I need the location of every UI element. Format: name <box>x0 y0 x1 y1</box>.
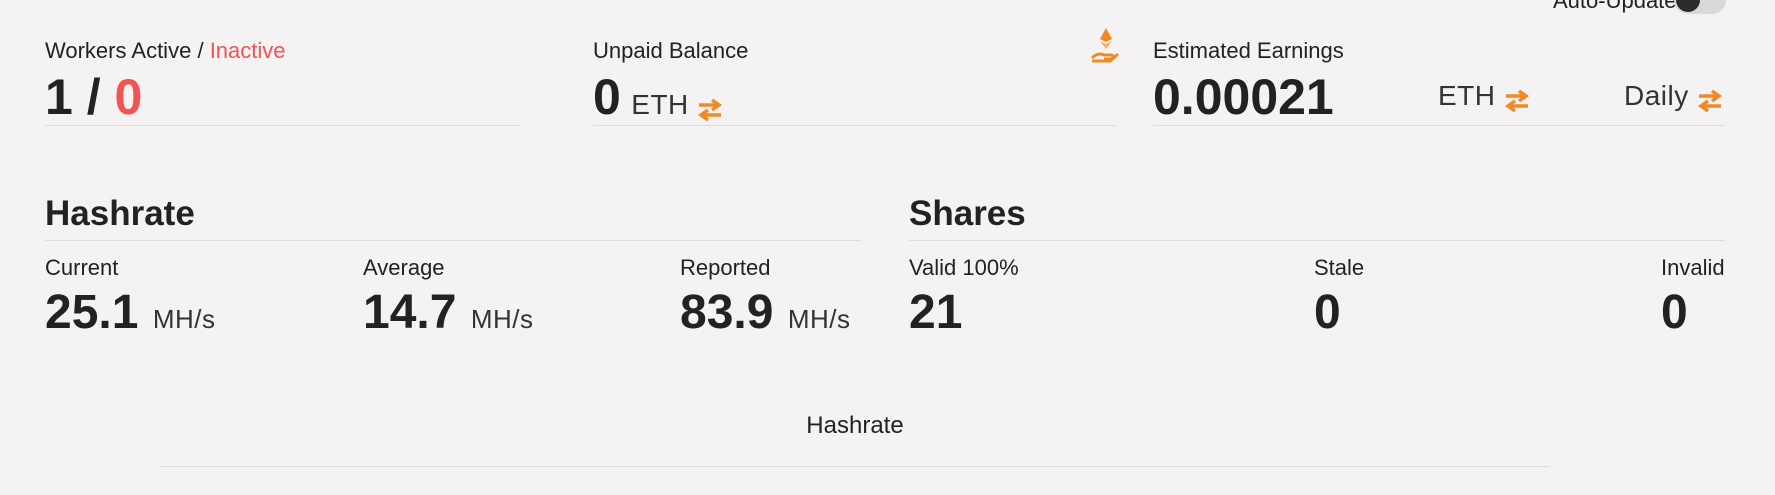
auto-update-label: Auto-Update <box>1553 0 1677 13</box>
shares-valid-value: 21 <box>909 286 963 339</box>
workers-inactive-count: 0 <box>114 69 143 125</box>
workers-label: Workers Active / Inactive <box>45 38 286 64</box>
estimated-earnings-unit-row[interactable]: ETH <box>1438 76 1530 121</box>
hashrate-reported-value: 83.9 <box>680 286 774 339</box>
workers-count-separator: / <box>86 69 101 125</box>
workers-label-separator: / <box>197 38 204 63</box>
swap-currency-icon[interactable] <box>1504 89 1530 113</box>
estimated-earnings-divider <box>1153 125 1725 126</box>
hashrate-divider <box>45 240 861 241</box>
unpaid-balance-value: 0 <box>593 69 621 125</box>
hashrate-average-unit: MH/s <box>470 304 534 334</box>
hashrate-average-value: 14.7 <box>363 286 457 339</box>
hashrate-average-label: Average <box>363 255 445 280</box>
estimated-earnings-label: Estimated Earnings <box>1153 38 1344 63</box>
hashrate-reported-value-row: 83.9 MH/s <box>680 283 851 354</box>
hashrate-reported-label: Reported <box>680 255 771 280</box>
unpaid-balance-label: Unpaid Balance <box>593 38 749 63</box>
workers-count: 1 / 0 <box>45 67 142 127</box>
auto-update-toggle[interactable] <box>1674 0 1726 14</box>
shares-stale-label: Stale <box>1314 255 1365 280</box>
hand-ethereum-icon[interactable] <box>1090 28 1120 64</box>
unpaid-balance-value-row: 0 ETH <box>593 67 723 140</box>
shares-heading: Shares <box>909 194 1026 233</box>
workers-active-label: Workers Active <box>45 38 192 63</box>
unpaid-balance-unit: ETH <box>631 89 689 120</box>
auto-update-toggle-knob <box>1676 0 1700 12</box>
unpaid-balance-divider <box>593 125 1116 126</box>
hashrate-current-label: Current <box>45 255 119 280</box>
swap-period-icon[interactable] <box>1697 89 1723 113</box>
estimated-earnings-unit: ETH <box>1438 80 1496 111</box>
hashrate-current-unit: MH/s <box>152 304 216 334</box>
hashrate-reported-unit: MH/s <box>787 304 851 334</box>
swap-currency-icon[interactable] <box>697 98 723 122</box>
workers-divider <box>45 125 520 126</box>
hashrate-average-value-row: 14.7 MH/s <box>363 283 534 354</box>
shares-valid-label: Valid 100% <box>909 255 1019 280</box>
estimated-earnings-period: Daily <box>1624 80 1689 111</box>
hashrate-chart-divider <box>160 466 1550 467</box>
workers-active-count: 1 <box>45 69 73 125</box>
workers-inactive-label: Inactive <box>209 38 286 63</box>
shares-divider <box>909 240 1725 241</box>
estimated-earnings-period-row[interactable]: Daily <box>1624 76 1723 121</box>
shares-invalid-value: 0 <box>1661 286 1688 339</box>
hashrate-current-value: 25.1 <box>45 286 139 339</box>
shares-invalid-label: Invalid <box>1661 255 1725 280</box>
hashrate-chart-title: Hashrate <box>806 412 904 439</box>
estimated-earnings-value: 0.00021 <box>1153 69 1334 125</box>
hashrate-heading: Hashrate <box>45 194 195 233</box>
shares-stale-value: 0 <box>1314 286 1341 339</box>
hashrate-current-value-row: 25.1 MH/s <box>45 283 216 354</box>
